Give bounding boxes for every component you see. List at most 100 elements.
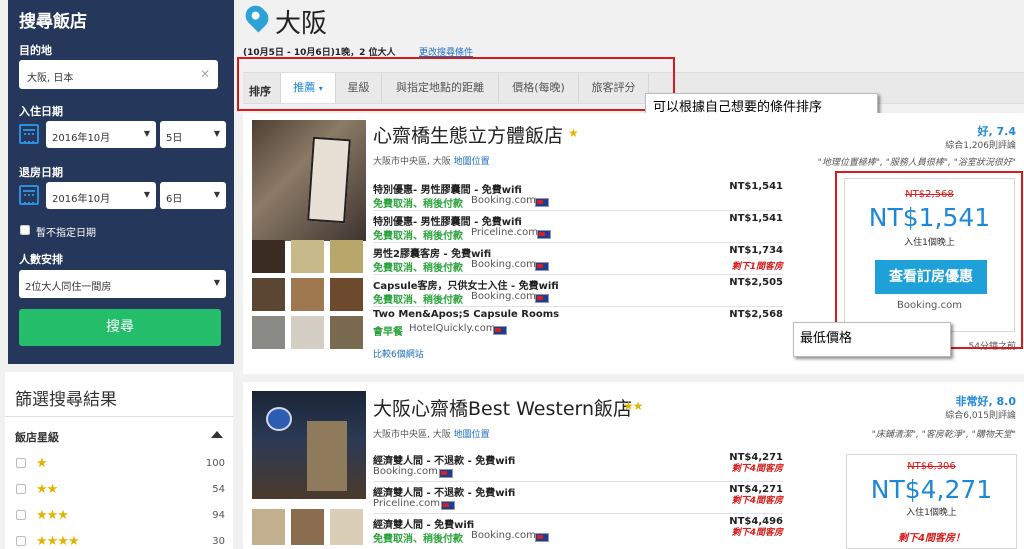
flag-icon	[535, 262, 549, 271]
hotel-thumbnail[interactable]	[291, 278, 324, 311]
offer-row[interactable]: Capsule客房，只供女士入住 - 免費wifi 免費取消、稍後付款 Book…	[373, 275, 783, 307]
rating-score[interactable]: 好, 7.4	[978, 123, 1017, 139]
offer-title: 特別優惠- 男性膠囊間 - 免費wifi	[373, 217, 522, 228]
hotel-thumbnail[interactable]	[330, 278, 363, 311]
offer-provider: Booking.com	[471, 195, 536, 206]
offer-provider: HotelQuickly.com	[409, 323, 496, 334]
hotel-thumbnail[interactable]	[330, 240, 363, 273]
divider	[5, 416, 233, 417]
offer-price: NT$2,568	[729, 309, 783, 320]
map-link[interactable]: 地圖位置	[454, 157, 490, 167]
checkbox[interactable]	[16, 484, 26, 494]
flag-icon	[535, 294, 549, 303]
review-quote: "地理位置極棒", "服務人員很棒", "浴室狀況很好"	[817, 158, 1016, 168]
star-filter-row[interactable]: ★★★★ 30	[15, 534, 225, 549]
rooms-left: 剩下4間客房	[731, 464, 783, 474]
review-count[interactable]: 綜合1,206則評論	[945, 138, 1016, 151]
checkbox[interactable]	[16, 536, 26, 546]
offer-row[interactable]: 男性2膠囊客房 - 免費wifi 免費取消、稍後付款 Booking.com N…	[373, 243, 783, 275]
checkout-month-select[interactable]: 2016年10月 ▼	[46, 182, 156, 209]
hotel-thumbnail[interactable]	[291, 240, 324, 273]
sort-highlight	[237, 57, 675, 111]
checkin-month-select[interactable]: 2016年10月 ▼	[46, 121, 156, 148]
hotel-sign-image	[307, 136, 351, 224]
checkout-day-value: 6日	[166, 194, 183, 205]
offer-price: NT$1,541	[729, 181, 783, 192]
compare-sites-link[interactable]: 比較6個網站	[373, 347, 424, 360]
star-filter-row[interactable]: ★★★ 94	[15, 508, 225, 526]
rating-score[interactable]: 非常好, 8.0	[956, 393, 1017, 409]
guests-value: 2位大人同住一間房	[25, 282, 112, 293]
hotel-photo[interactable]	[252, 391, 366, 499]
offer-title: 經濟雙人間 - 不退款 - 免費wifi	[373, 456, 516, 467]
location-pin-icon	[241, 1, 273, 33]
no-date-label: 暫不指定日期	[36, 228, 96, 239]
hotel-thumbnail[interactable]	[252, 509, 285, 545]
star-filter-heading: 飯店星級	[15, 431, 59, 444]
best-price-box[interactable]: NT$6,306 NT$4,271 入住1個晚上 剩下4間客房！	[846, 454, 1017, 549]
map-link[interactable]: 地圖位置	[454, 430, 490, 440]
hotel-thumbnail[interactable]	[330, 509, 363, 545]
destination-input[interactable]: 大阪, 日本 ✕	[19, 60, 218, 89]
flag-icon	[441, 501, 455, 510]
search-panel-title: 搜尋飯店	[19, 12, 87, 32]
star-rating-icon: ★★	[36, 482, 58, 497]
filter-panel: 篩選搜尋結果 飯店星級 ★ 100 ★★ 54 ★★★ 94 ★★★★ 30	[5, 372, 233, 549]
offer-terms: 免費取消、稍後付款	[373, 231, 463, 242]
checkbox[interactable]	[16, 510, 26, 520]
star-rating-icon: ★	[568, 126, 579, 140]
checkin-day-select[interactable]: 5日 ▼	[160, 121, 226, 148]
rooms-left: 剩下4間客房	[731, 528, 783, 538]
offer-row[interactable]: 經濟雙人間 - 不退款 - 免費wifi Booking.com NT$4,27…	[373, 450, 783, 482]
hotel-name[interactable]: 心齋橋生態立方體飯店	[373, 121, 563, 148]
guests-select[interactable]: 2位大人同住一間房 ▼	[19, 270, 226, 298]
star-filter-row[interactable]: ★★ 54	[15, 482, 225, 500]
checkin-month-value: 2016年10月	[52, 133, 111, 144]
hotel-thumbnail[interactable]	[291, 316, 324, 349]
offer-provider: Priceline.com	[471, 227, 538, 238]
offer-row[interactable]: 經濟雙人間 - 免費wifi 免費取消、稍後付款 Booking.com NT$…	[373, 514, 783, 546]
offer-price: NT$1,541	[729, 213, 783, 224]
offer-provider: Booking.com	[373, 466, 438, 477]
offer-provider: Booking.com	[471, 259, 536, 270]
star-rating-icon: ★★★★	[36, 534, 80, 549]
hotel-name[interactable]: 大阪心齋橋Best Western飯店	[373, 394, 632, 421]
offer-title: 特別優惠- 男性膠囊間 - 免費wifi	[373, 185, 522, 196]
checkout-day-select[interactable]: 6日 ▼	[160, 182, 226, 209]
offer-provider: Booking.com	[471, 291, 536, 302]
calendar-icon[interactable]	[19, 185, 39, 205]
hotel-thumbnail[interactable]	[330, 316, 363, 349]
filter-count: 54	[212, 484, 225, 495]
flag-icon	[535, 198, 549, 207]
no-date-checkbox[interactable]	[20, 225, 30, 235]
hotel-thumbnail[interactable]	[252, 316, 285, 349]
search-button[interactable]: 搜尋	[19, 309, 221, 346]
hotel-thumbnail[interactable]	[252, 278, 285, 311]
offer-price: NT$1,734	[729, 245, 783, 256]
rooms-left: 剩下1間客房	[731, 262, 783, 272]
offer-row[interactable]: 特別優惠- 男性膠囊間 - 免費wifi 免費取消、稍後付款 Priceline…	[373, 211, 783, 243]
checkin-label: 入住日期	[19, 105, 63, 118]
per-night-label: 入住1個晚上	[906, 508, 957, 518]
checkbox[interactable]	[16, 458, 26, 468]
collapse-icon[interactable]	[211, 431, 223, 438]
offer-row[interactable]: 經濟雙人間 - 不退款 - 免費wifi Priceline.com NT$4,…	[373, 482, 783, 514]
offer-row[interactable]: Two Men&Apos;S Capsule Rooms 會早餐 HotelQu…	[373, 307, 783, 339]
star-filter-row[interactable]: ★ 100	[15, 456, 225, 474]
clear-icon[interactable]: ✕	[200, 67, 210, 81]
offer-title: 男性2膠囊客房 - 免費wifi	[373, 249, 492, 260]
offer-row[interactable]: 特別優惠- 男性膠囊間 - 免費wifi 免費取消、稍後付款 Booking.c…	[373, 179, 783, 211]
flag-icon	[439, 469, 453, 478]
destination-value: 大阪, 日本	[27, 73, 74, 84]
hotel-thumbnail[interactable]	[252, 240, 285, 273]
calendar-icon[interactable]	[19, 124, 39, 144]
hotel-card[interactable]: 大阪心齋橋Best Western飯店 ★★ 大阪市中央區, 大阪 地圖位置 非…	[243, 382, 1024, 549]
page-title: 大阪	[275, 9, 328, 39]
offer-terms: 免費取消、稍後付款	[373, 534, 463, 545]
hotel-thumbnail[interactable]	[291, 509, 324, 545]
hotel-photo[interactable]	[252, 120, 366, 241]
offer-title: Capsule客房，只供女士入住 - 免費wifi	[373, 281, 559, 292]
offer-title: 經濟雙人間 - 不退款 - 免費wifi	[373, 488, 516, 499]
review-count[interactable]: 綜合6,015則評論	[945, 408, 1016, 421]
star-rating-icon: ★★★	[36, 508, 69, 523]
